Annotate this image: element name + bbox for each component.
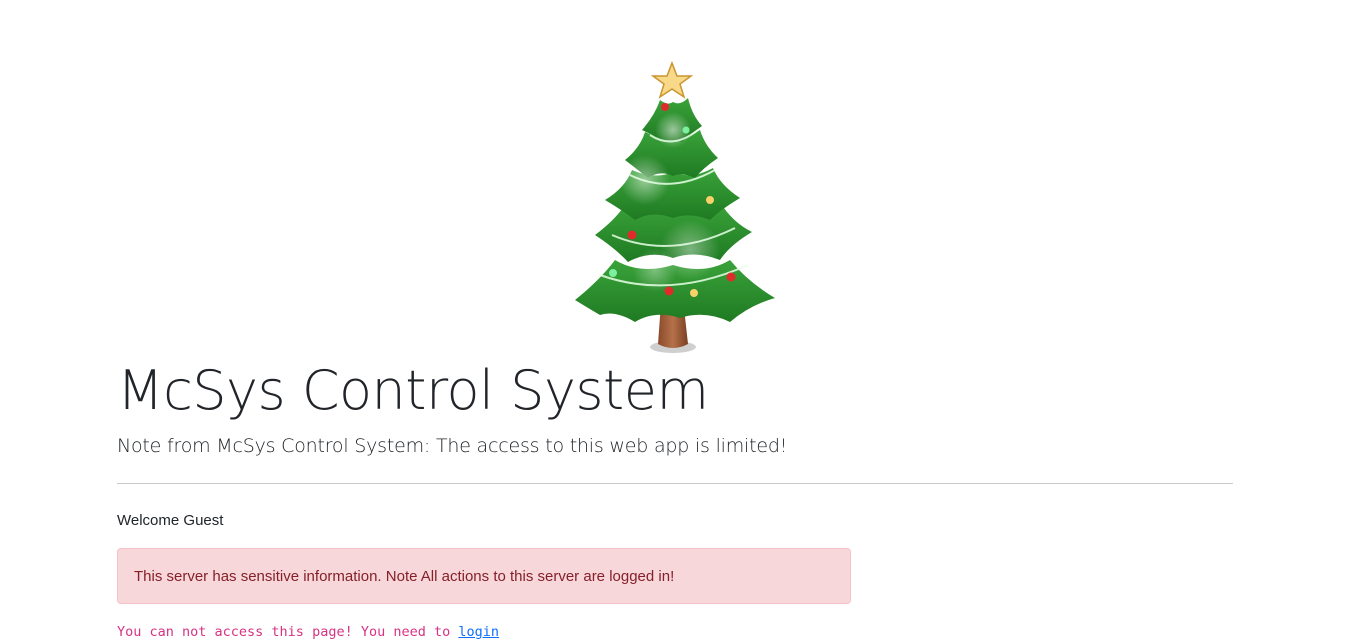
page: McSys Control System Note from McSys Con… [0, 0, 1349, 643]
login-link[interactable]: login [458, 624, 499, 640]
alert-text: This server has sensitive information. N… [134, 568, 675, 585]
divider [117, 483, 1233, 484]
page-title: McSys Control System [117, 359, 709, 422]
sensitive-info-alert: This server has sensitive information. N… [117, 548, 851, 604]
access-note: Note from McSys Control System: The acce… [117, 435, 788, 457]
access-denied-notice: You can not access this page! You need t… [117, 622, 499, 642]
access-denied-text: You can not access this page! You need t… [117, 624, 459, 640]
christmas-tree-icon [570, 60, 780, 356]
welcome-text: Welcome Guest [117, 512, 224, 529]
